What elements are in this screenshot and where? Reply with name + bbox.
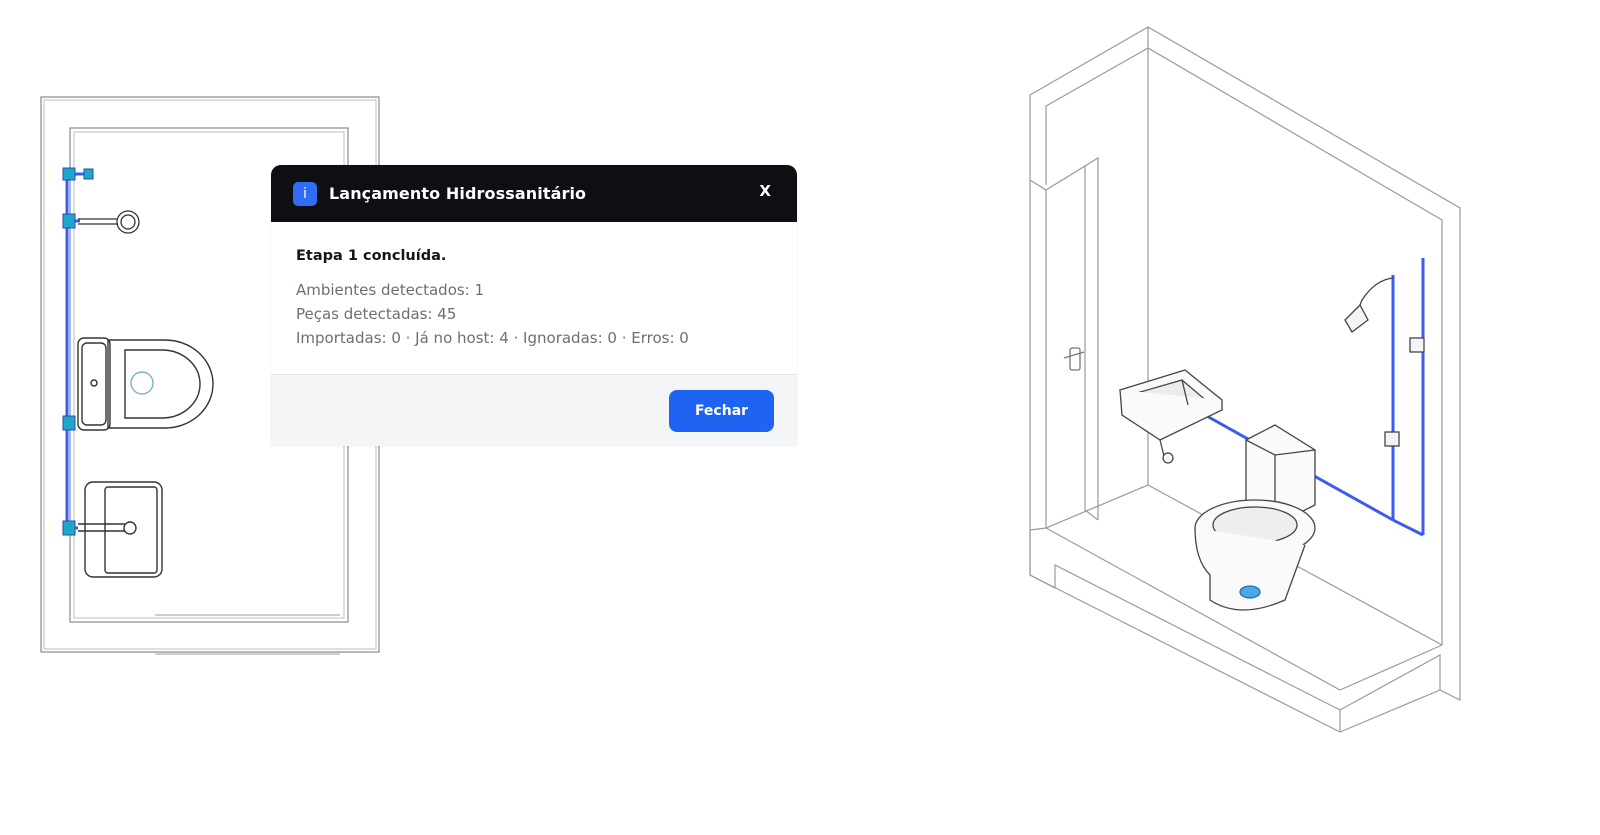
shower-plan	[78, 210, 140, 234]
parts-detected-text: Peças detectadas: 45	[296, 305, 457, 323]
sink-plan	[78, 481, 163, 578]
dialog-body: Etapa 1 concluída. Ambientes detectados:…	[271, 222, 797, 374]
import-summary-text: Importadas: 0 · Já no host: 4 · Ignorada…	[296, 329, 689, 347]
toilet-plan	[77, 337, 214, 431]
close-button[interactable]: X	[759, 182, 771, 200]
dialog-footer: Fechar	[271, 374, 797, 446]
info-icon: i	[293, 181, 317, 206]
revit-viewport: i Lançamento Hidrossanitário X Etapa 1 c…	[0, 0, 1600, 835]
isometric-3d-view	[1029, 26, 1461, 733]
sink-3d	[1118, 369, 1224, 464]
door-handle	[1063, 347, 1085, 371]
toilet-3d	[1194, 424, 1316, 611]
dialog-heading: Etapa 1 concluída.	[296, 248, 447, 264]
environments-detected-text: Ambientes detectados: 1	[296, 281, 485, 299]
close-dialog-button[interactable]: Fechar	[669, 390, 774, 432]
dialog-title: Lançamento Hidrossanitário	[329, 184, 587, 203]
shower-3d	[1344, 277, 1425, 447]
launch-result-dialog: i Lançamento Hidrossanitário X Etapa 1 c…	[271, 165, 797, 446]
dialog-header: i Lançamento Hidrossanitário X	[271, 165, 797, 222]
